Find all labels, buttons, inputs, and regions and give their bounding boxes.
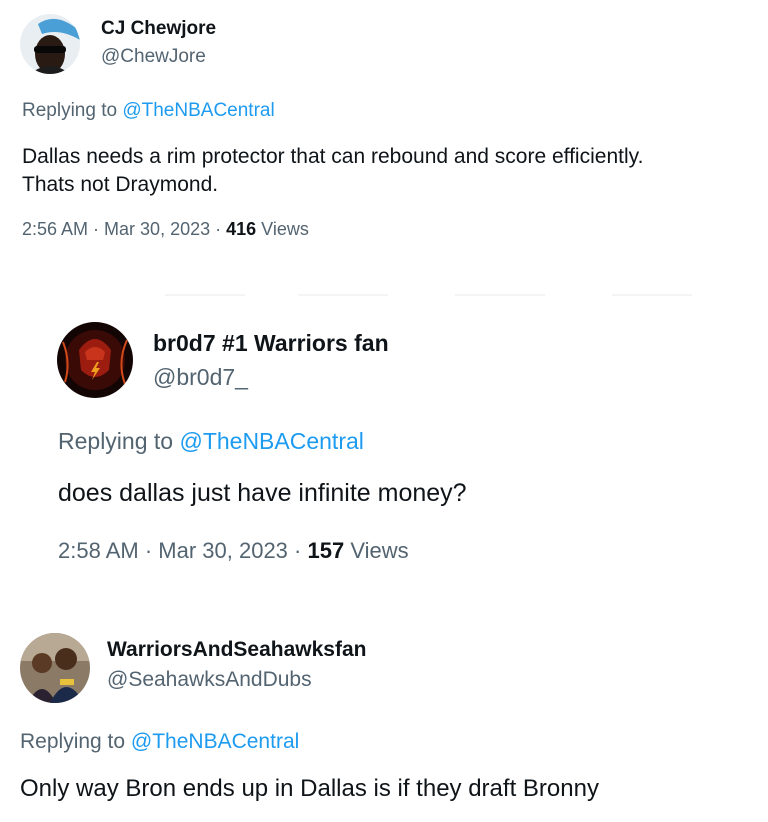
avatar[interactable]	[20, 633, 90, 703]
avatar[interactable]	[57, 322, 133, 398]
divider-artifact	[165, 294, 245, 296]
meta-separator: ·	[287, 538, 308, 563]
divider-artifact	[455, 294, 545, 296]
meta-separator: ·	[138, 538, 159, 563]
user-handle[interactable]: @ChewJore	[101, 46, 206, 68]
display-name[interactable]: WarriorsAndSeahawksfan	[107, 638, 366, 662]
user-handle[interactable]: @br0d7_	[153, 364, 248, 391]
profile-photo-flash-icon	[57, 322, 133, 398]
views-label: Views	[256, 219, 309, 239]
avatar[interactable]	[20, 14, 80, 74]
mention-link[interactable]: @TheNBACentral	[122, 100, 274, 121]
meta-separator: ·	[88, 219, 105, 239]
views-count[interactable]: 157	[307, 538, 344, 563]
views-label: Views	[344, 538, 409, 563]
tweet-time[interactable]: 2:56 AM	[22, 219, 88, 239]
tweet-text: does dallas just have infinite money?	[58, 479, 467, 507]
views-count[interactable]: 416	[226, 219, 256, 239]
replying-prefix: Replying to	[58, 428, 180, 454]
divider-artifact	[612, 294, 692, 296]
replying-to: Replying to @TheNBACentral	[22, 100, 275, 122]
mention-link[interactable]: @TheNBACentral	[179, 428, 363, 454]
tweet-meta: 2:58 AM · Mar 30, 2023 · 157 Views	[58, 538, 409, 564]
replying-to: Replying to @TheNBACentral	[20, 730, 299, 754]
meta-separator: ·	[210, 219, 227, 239]
mention-link[interactable]: @TheNBACentral	[131, 730, 299, 753]
tweet-text: Only way Bron ends up in Dallas is if th…	[20, 775, 599, 802]
tweet[interactable]: CJ Chewjore @ChewJore Replying to @TheNB…	[0, 0, 768, 260]
replying-prefix: Replying to	[22, 100, 123, 121]
tweet-date[interactable]: Mar 30, 2023	[104, 219, 210, 239]
replying-to: Replying to @TheNBACentral	[58, 428, 364, 455]
display-name[interactable]: br0d7 #1 Warriors fan	[153, 330, 389, 357]
profile-photo-sunglasses-icon	[20, 14, 80, 74]
user-handle[interactable]: @SeahawksAndDubs	[107, 668, 312, 692]
display-name[interactable]: CJ Chewjore	[101, 18, 216, 40]
replying-prefix: Replying to	[20, 730, 131, 753]
tweet-text: Dallas needs a rim protector that can re…	[22, 145, 644, 196]
divider-artifact	[298, 294, 388, 296]
tweet-time[interactable]: 2:58 AM	[58, 538, 139, 563]
tweet-date[interactable]: Mar 30, 2023	[158, 538, 288, 563]
tweet-meta: 2:56 AM · Mar 30, 2023 · 416 Views	[22, 219, 309, 240]
profile-photo-two-people-icon	[20, 633, 90, 703]
